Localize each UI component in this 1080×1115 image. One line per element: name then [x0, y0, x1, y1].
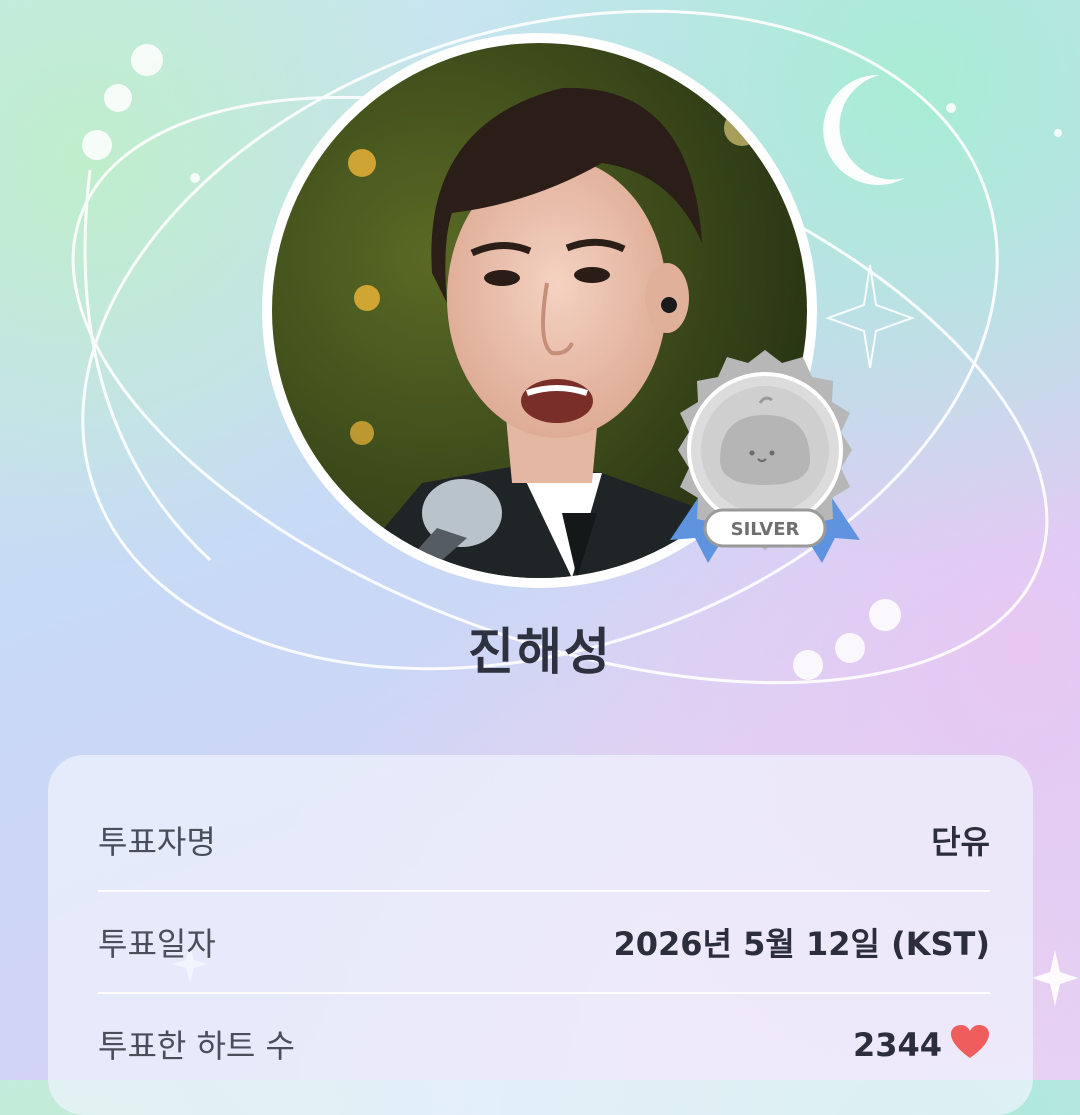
hearts-row: 투표한 하트 수 2344 [98, 994, 990, 1094]
artist-name: 진해성 [468, 623, 612, 681]
silver-medal-icon: SILVER [670, 350, 860, 563]
hearts-value-group: 2344 [853, 1024, 990, 1064]
voter-label: 투표자명 [98, 823, 216, 861]
voter-row: 투표자명 단유 [98, 790, 990, 890]
date-label: 투표일자 [98, 925, 216, 963]
hearts-value: 2344 [852, 1026, 942, 1064]
date-value: 2026년 5월 12일 (KST) [613, 925, 990, 963]
moon-icon [823, 74, 905, 185]
date-row: 투표일자 2026년 5월 12일 (KST) [98, 892, 990, 992]
hearts-label: 투표한 하트 수 [98, 1027, 295, 1065]
heart-icon [951, 1025, 989, 1058]
voter-value: 단유 [931, 823, 990, 861]
vote-details-card: 투표자명 단유 투표일자 2026년 5월 12일 (KST) 투표한 하트 수… [48, 755, 1033, 1115]
badge-label: SILVER [731, 519, 800, 540]
